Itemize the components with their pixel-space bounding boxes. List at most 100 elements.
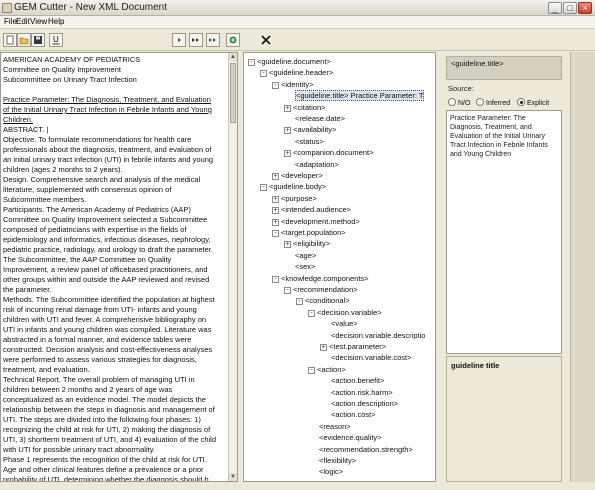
expand-icon[interactable]: + [272, 195, 279, 203]
expand-icon[interactable]: + [284, 150, 291, 158]
open-button[interactable] [17, 33, 31, 47]
tree-node[interactable]: <age> [284, 250, 316, 261]
maximize-button[interactable]: □ [563, 2, 577, 14]
tree-node-label[interactable]: <identity> [281, 80, 314, 89]
tree-node[interactable]: <action.cost> [320, 409, 376, 420]
tree-node[interactable]: + <companion.document> [284, 147, 373, 158]
forward-all-button[interactable] [206, 33, 220, 47]
tree-node-label[interactable]: <purpose> [281, 194, 317, 203]
collapse-icon[interactable]: - [308, 366, 315, 374]
tree-node-label[interactable]: <guideline.header> [269, 68, 333, 77]
tree-node-label[interactable]: <decision.variable.cost> [331, 353, 411, 362]
close-window-button[interactable]: × [578, 2, 592, 14]
radio-no[interactable] [448, 98, 456, 106]
collapse-icon[interactable]: - [260, 70, 267, 78]
tree-node[interactable]: - <recommendation> [284, 284, 358, 295]
scroll-up-icon[interactable]: ▲ [229, 53, 237, 61]
tree-node-label[interactable]: <target.population> [281, 228, 346, 237]
tree-node-label[interactable]: <value> [331, 319, 358, 328]
tree-node-label[interactable]: <intended.audience> [281, 205, 351, 214]
tree-node-label[interactable]: <action.description> [331, 399, 398, 408]
collapse-icon[interactable]: - [272, 275, 279, 283]
forward-button[interactable] [189, 33, 203, 47]
tree-node[interactable]: <logic> [308, 466, 343, 477]
tree-node[interactable]: - <conditional> [296, 295, 350, 306]
tree-node-label[interactable]: <knowledge.components> [281, 274, 369, 283]
collapse-icon[interactable]: - [260, 184, 267, 192]
tree-node-label[interactable]: <action.risk.harm> [331, 388, 393, 397]
document-text-pane[interactable]: ▲ ▼ AMERICAN ACADEMY OF PEDIATRICS Commit… [0, 52, 238, 482]
collapse-icon[interactable]: - [272, 230, 279, 237]
tree-node[interactable]: - <target.population> [272, 227, 346, 238]
source-option-inferred[interactable]: Inferred [476, 98, 510, 107]
tree-node[interactable]: - <action> [308, 364, 346, 375]
collapse-icon[interactable]: - [248, 59, 255, 66]
tree-node-label[interactable]: <decision.variable> [317, 308, 382, 317]
tree-node-label[interactable]: <developer> [281, 171, 323, 180]
tree-node-label[interactable]: <reason> [319, 422, 351, 431]
menu-file[interactable]: File [4, 17, 17, 26]
tree-node[interactable]: - <guideline.header> [260, 67, 333, 78]
tree-node[interactable]: - <knowledge.components> [272, 273, 369, 284]
element-content-box[interactable]: Practice Parameter: The Diagnosis, Treat… [446, 110, 562, 354]
tree-node[interactable]: <value> [320, 318, 358, 329]
tree-node[interactable]: <guideline.title> Practice Parameter: T [284, 90, 425, 102]
xml-tree-pane[interactable]: - <guideline.document> - <guideline.header>… [243, 52, 436, 482]
source-option-no[interactable]: N/O [448, 98, 470, 107]
tree-node-label[interactable]: <guideline.title> Practice Parameter: T [295, 90, 425, 102]
tree-node[interactable]: + <intended.audience> [272, 204, 351, 215]
tree-node[interactable]: + <availability> [284, 124, 336, 135]
tree-node[interactable]: <adaptation> [284, 159, 339, 170]
tree-node-label[interactable]: <release.date> [295, 114, 345, 123]
tree-node[interactable]: <release.date> [284, 113, 345, 124]
expand-icon[interactable]: + [272, 218, 279, 226]
tree-node-label[interactable]: <action.benefit> [331, 376, 384, 385]
collapse-icon[interactable]: - [296, 298, 303, 306]
collapse-icon[interactable]: - [308, 309, 315, 317]
tree-node-label[interactable]: <age> [295, 251, 316, 260]
menu-help[interactable]: Help [48, 17, 64, 26]
tree-node[interactable]: <evidence.quality> [308, 432, 382, 443]
minimize-button[interactable]: _ [548, 2, 562, 14]
tree-node-label[interactable]: <guideline.document> [257, 57, 331, 66]
scroll-thumb[interactable] [230, 63, 236, 123]
tree-node[interactable]: + <eligibility> [284, 238, 330, 249]
expand-icon[interactable]: + [284, 127, 291, 135]
source-option-explicit[interactable]: Explicit [517, 98, 549, 107]
expand-icon[interactable]: + [272, 173, 279, 180]
collapse-icon[interactable]: - [272, 81, 279, 89]
expand-icon[interactable]: + [284, 241, 291, 249]
tree-node-label[interactable]: <guideline.body> [269, 182, 326, 191]
tree-node-label[interactable]: <sex> [295, 262, 315, 271]
menu-edit[interactable]: Edit [16, 17, 30, 26]
tree-node-label[interactable]: <recommendation.strength> [319, 445, 413, 454]
tree-node[interactable]: - <guideline.body> [260, 181, 326, 192]
tree-node[interactable]: - <guideline.document> [248, 56, 331, 67]
tree-node-label[interactable]: <evidence.quality> [319, 433, 382, 442]
tree-node[interactable]: + <development.method> [272, 216, 360, 227]
add-node-button[interactable] [226, 33, 240, 47]
tree-node-label[interactable]: <status> [295, 137, 324, 146]
expand-icon[interactable]: + [320, 344, 327, 351]
tree-node-label[interactable]: <companion.document> [293, 148, 373, 157]
tree-node[interactable]: <action.risk.harm> [320, 387, 393, 398]
scroll-down-icon[interactable]: ▼ [229, 473, 237, 481]
tree-node[interactable]: <decision.variable.cost> [320, 352, 411, 363]
tree-node[interactable]: - <decision.variable> [308, 307, 382, 318]
text-scrollbar[interactable]: ▲ ▼ [228, 53, 237, 481]
tree-node-label[interactable]: <adaptation> [295, 160, 339, 169]
radio-inferred[interactable] [476, 98, 484, 106]
tree-node[interactable]: + <developer> [272, 170, 323, 181]
new-document-button[interactable] [3, 33, 17, 47]
tree-node-label[interactable]: <logic> [319, 467, 343, 476]
tree-node-label[interactable]: <decision.variable.descriptio [331, 331, 425, 340]
next-button[interactable] [172, 33, 186, 47]
menu-view[interactable]: View [30, 17, 47, 26]
tree-node[interactable]: - <identity> [272, 79, 314, 90]
tree-node-label[interactable]: <eligibility> [293, 239, 330, 248]
tree-node[interactable]: <flexibility> [308, 455, 356, 466]
tree-node[interactable]: <sex> [284, 261, 315, 272]
tree-node-label[interactable]: <action.cost> [331, 410, 376, 419]
tree-node[interactable]: <status> [284, 136, 324, 147]
tree-node-label[interactable]: <flexibility> [319, 456, 356, 465]
